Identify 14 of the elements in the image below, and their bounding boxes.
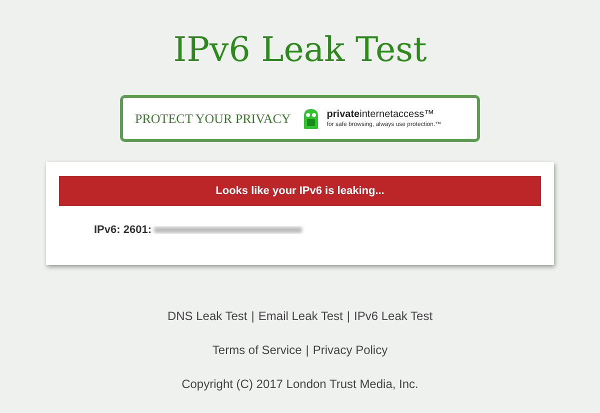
footer-link[interactable]: Email Leak Test — [258, 307, 343, 325]
banner-slogan: PROTECT YOUR PRIVACY — [135, 110, 291, 128]
copyright: Copyright (C) 2017 London Trust Media, Inc. — [182, 376, 418, 393]
footer-link[interactable]: Terms of Service — [212, 341, 302, 359]
ipv6-address: IPv6: 2601: — [94, 223, 152, 238]
page-title: IPv6 Leak Test — [173, 30, 427, 70]
separator: | — [306, 342, 309, 359]
brand-name: privateinternetaccess™ — [326, 110, 436, 120]
footer-link[interactable]: DNS Leak Test — [167, 307, 248, 325]
separator: | — [251, 308, 254, 325]
footer-link[interactable]: IPv6 Leak Test — [354, 307, 433, 325]
separator: | — [346, 308, 350, 325]
leak-alert: Looks like your IPv6 is leaking... — [59, 176, 541, 206]
footer-link[interactable]: Privacy Policy — [312, 341, 388, 359]
